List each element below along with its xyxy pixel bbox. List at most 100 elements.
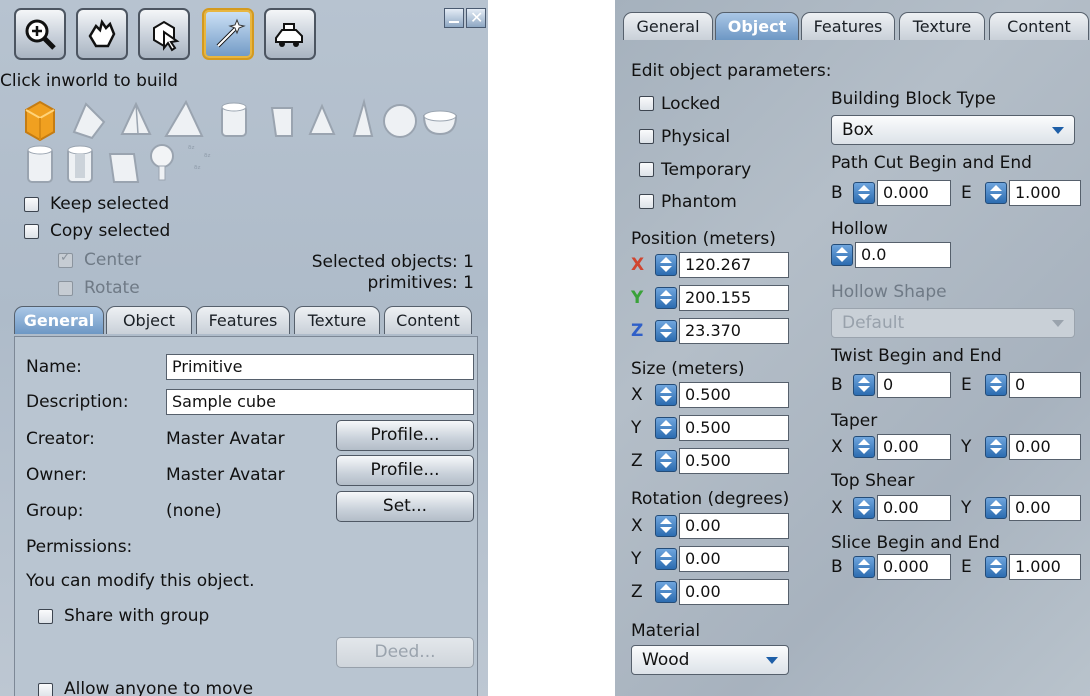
box-shape-icon bbox=[25, 100, 55, 142]
size-z-letter: Z bbox=[631, 451, 643, 471]
grab-tool-button[interactable] bbox=[76, 8, 128, 60]
position-x-field[interactable]: 120.267 bbox=[679, 252, 789, 278]
hollow-spinner[interactable] bbox=[831, 244, 853, 266]
modify-permission-text: You can modify this object. bbox=[26, 571, 255, 591]
minimize-button[interactable] bbox=[444, 8, 464, 28]
check-icon: ✓ bbox=[60, 250, 71, 265]
material-label: Material bbox=[631, 621, 701, 641]
description-field[interactable]: Sample cube bbox=[166, 389, 474, 415]
rotation-z-field[interactable]: 0.00 bbox=[679, 579, 789, 605]
taper-x-spinner[interactable] bbox=[853, 436, 875, 458]
create-tool-button[interactable] bbox=[202, 8, 254, 60]
tab-content[interactable]: Content bbox=[989, 12, 1089, 40]
path-cut-begin-spinner[interactable] bbox=[853, 182, 875, 204]
temporary-checkbox[interactable] bbox=[639, 162, 654, 177]
size-z-spinner[interactable] bbox=[655, 450, 677, 472]
rotation-x-spinner[interactable] bbox=[655, 515, 677, 537]
size-x-spinner[interactable] bbox=[655, 384, 677, 406]
twist-end-field[interactable]: 0 bbox=[1009, 372, 1081, 398]
hollow-field[interactable]: 0.0 bbox=[855, 242, 951, 268]
deed-button[interactable]: Deed... bbox=[336, 637, 474, 668]
top-shear-x-spinner[interactable] bbox=[853, 497, 875, 519]
top-shear-x-field[interactable]: 0.00 bbox=[877, 495, 951, 521]
path-cut-end-spinner[interactable] bbox=[985, 182, 1007, 204]
taper-y-spinner[interactable] bbox=[985, 436, 1007, 458]
zoom-tool-button[interactable] bbox=[14, 8, 66, 60]
path-cut-label: Path Cut Begin and End bbox=[831, 153, 1032, 173]
share-with-group-checkbox[interactable] bbox=[38, 609, 53, 624]
shape-palette-row2: ᵟᶻᵟᶻᵟᶻ bbox=[27, 144, 211, 183]
rotation-y-field[interactable]: 0.00 bbox=[679, 546, 789, 572]
size-y-field[interactable]: 0.500 bbox=[679, 415, 789, 441]
chevron-down-icon bbox=[766, 657, 778, 664]
rotate-checkbox[interactable] bbox=[58, 281, 73, 296]
slice-begin-spinner[interactable] bbox=[853, 556, 875, 578]
rotation-y-spinner[interactable] bbox=[655, 548, 677, 570]
hollow-shape-dropdown[interactable]: Default bbox=[831, 308, 1075, 338]
top-shear-y-spinner[interactable] bbox=[985, 497, 1007, 519]
tab-features[interactable]: Features bbox=[801, 12, 895, 40]
tab-object[interactable]: Object bbox=[715, 12, 799, 40]
path-cut-end-field[interactable]: 1.000 bbox=[1009, 180, 1081, 206]
top-shear-y-field[interactable]: 0.00 bbox=[1009, 495, 1081, 521]
tab-features[interactable]: Features bbox=[196, 306, 290, 334]
rotation-label: Rotation (degrees) bbox=[631, 489, 790, 509]
shape-palette-row1 bbox=[25, 98, 458, 142]
build-instruction: Click inworld to build bbox=[0, 71, 178, 91]
creator-profile-button[interactable]: Profile... bbox=[336, 420, 474, 451]
tab-texture[interactable]: Texture bbox=[899, 12, 985, 40]
rotation-x-field[interactable]: 0.00 bbox=[679, 513, 789, 539]
tab-general[interactable]: General bbox=[623, 12, 713, 40]
position-y-spinner[interactable] bbox=[655, 287, 677, 309]
taper-x-letter: X bbox=[831, 437, 843, 457]
position-z-field[interactable]: 23.370 bbox=[679, 318, 789, 344]
center-label: Center bbox=[84, 250, 142, 270]
hollow-shape-value: Default bbox=[842, 313, 905, 333]
group-set-button[interactable]: Set... bbox=[336, 491, 474, 522]
size-z-field[interactable]: 0.500 bbox=[679, 448, 789, 474]
taper-x-field[interactable]: 0.00 bbox=[877, 434, 951, 460]
position-x-letter: X bbox=[631, 255, 645, 275]
slice-end-spinner[interactable] bbox=[985, 556, 1007, 578]
close-button[interactable]: ✕ bbox=[466, 8, 486, 28]
select-tool-button[interactable] bbox=[138, 8, 190, 60]
share-with-group-label: Share with group bbox=[64, 606, 210, 626]
keep-selected-checkbox[interactable] bbox=[24, 197, 39, 212]
position-z-spinner[interactable] bbox=[655, 320, 677, 342]
owner-profile-button[interactable]: Profile... bbox=[336, 455, 474, 486]
position-x-spinner[interactable] bbox=[655, 254, 677, 276]
size-y-letter: Y bbox=[631, 418, 642, 438]
name-field[interactable]: Primitive bbox=[166, 354, 474, 380]
rotation-z-spinner[interactable] bbox=[655, 581, 677, 603]
copy-selected-checkbox[interactable] bbox=[24, 224, 39, 239]
twist-begin-spinner[interactable] bbox=[853, 374, 875, 396]
physical-checkbox[interactable] bbox=[639, 129, 654, 144]
tetrahedron-shape-icon bbox=[164, 99, 204, 137]
phantom-checkbox[interactable] bbox=[639, 194, 654, 209]
zoom-tool-icon bbox=[25, 19, 56, 50]
tab-content[interactable]: Content bbox=[384, 306, 472, 334]
twist-begin-field[interactable]: 0 bbox=[877, 372, 951, 398]
center-checkbox[interactable]: ✓ bbox=[58, 250, 73, 268]
allow-anyone-to-move-checkbox[interactable] bbox=[38, 683, 53, 696]
build-tools-panel: ✕ Click inworld to build ᵟᶻ ᵟᶻ ᵟᶻ Keep sel… bbox=[0, 0, 488, 696]
locked-checkbox[interactable] bbox=[639, 96, 654, 111]
allow-anyone-to-move-label: Allow anyone to move bbox=[64, 679, 254, 696]
slice-begin-field[interactable]: 0.000 bbox=[877, 554, 951, 580]
twist-end-spinner[interactable] bbox=[985, 374, 1007, 396]
tab-object[interactable]: Object bbox=[106, 306, 192, 334]
slice-end-field[interactable]: 1.000 bbox=[1009, 554, 1081, 580]
building-block-type-dropdown[interactable]: Box bbox=[831, 115, 1075, 145]
tab-general[interactable]: General bbox=[14, 306, 104, 334]
land-tool-button[interactable] bbox=[264, 8, 316, 60]
taper-y-field[interactable]: 0.00 bbox=[1009, 434, 1081, 460]
size-y-spinner[interactable] bbox=[655, 417, 677, 439]
position-y-field[interactable]: 200.155 bbox=[679, 285, 789, 311]
size-x-field[interactable]: 0.500 bbox=[679, 382, 789, 408]
chevron-down-icon bbox=[1052, 127, 1064, 134]
torus-shape-icon bbox=[27, 145, 53, 183]
path-cut-begin-field[interactable]: 0.000 bbox=[877, 180, 951, 206]
material-dropdown[interactable]: Wood bbox=[631, 645, 789, 675]
tab-texture[interactable]: Texture bbox=[294, 306, 380, 334]
cone-shape-icon bbox=[308, 103, 336, 135]
